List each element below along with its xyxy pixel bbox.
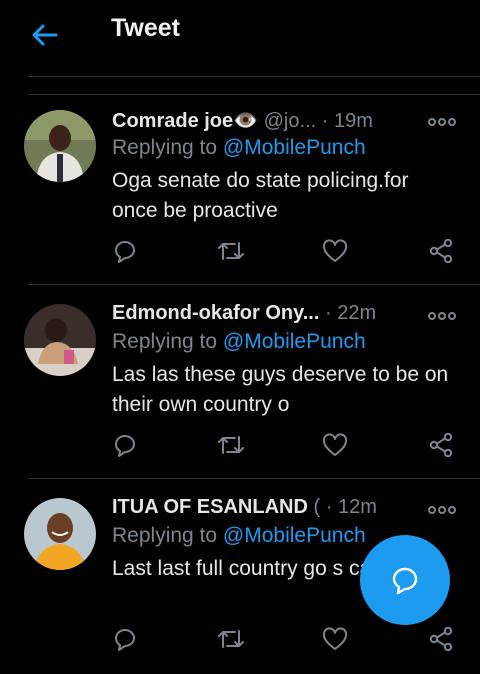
retweet-button[interactable] [216, 236, 246, 266]
timestamp[interactable]: 22m [337, 302, 376, 324]
reply-icon [115, 241, 135, 263]
reply-button[interactable] [110, 236, 140, 266]
replying-prefix: Replying to [112, 524, 218, 547]
display-name[interactable]: Comrade joe👁️ [112, 110, 258, 132]
display-name[interactable]: Edmond-okafor Ony... [112, 302, 319, 324]
reply-tweet[interactable]: Comrade joe👁️ @jo... · 19m Replying to @… [0, 96, 480, 286]
reply-icon [115, 435, 135, 457]
replying-to: Replying to @MobilePunch [112, 524, 366, 548]
tweet-text: Las las these guys deserve to be on thei… [112, 363, 449, 416]
separator: · [325, 496, 333, 518]
heart-icon [322, 433, 348, 456]
compose-reply-button[interactable] [360, 535, 450, 625]
avatar-image [24, 110, 96, 182]
compose-reply-icon [392, 567, 418, 595]
retweet-button[interactable] [216, 430, 246, 460]
user-handle[interactable]: ( [313, 496, 320, 518]
reply-icon [115, 629, 135, 651]
share-button[interactable] [426, 236, 456, 266]
divider [28, 94, 480, 95]
page-title: Tweet [111, 14, 180, 42]
avatar[interactable] [24, 304, 96, 376]
more-icon [428, 312, 456, 320]
like-button[interactable] [320, 624, 350, 654]
more-options-button[interactable] [428, 114, 456, 132]
top-bar: Tweet [0, 0, 480, 70]
mention-link[interactable]: @MobilePunch [223, 136, 366, 159]
separator: · [324, 302, 332, 324]
share-button[interactable] [426, 624, 456, 654]
tweet-actions [0, 430, 480, 460]
like-button[interactable] [320, 430, 350, 460]
share-button[interactable] [426, 430, 456, 460]
share-icon [429, 626, 453, 652]
avatar-image [24, 498, 96, 570]
avatar-image [24, 304, 96, 376]
replying-to: Replying to @MobilePunch [112, 330, 366, 354]
tweet-header: Comrade joe👁️ @jo... · 19m [112, 108, 420, 133]
timestamp[interactable]: 12m [338, 496, 377, 518]
mention-link[interactable]: @MobilePunch [223, 524, 366, 547]
tweet-actions [0, 624, 480, 654]
tweet-text: Oga senate do state policing.for once be… [112, 169, 409, 222]
user-handle[interactable]: @jo... [264, 110, 317, 132]
tweet-header: ITUA OF ESANLAND ( · 12m [112, 496, 420, 519]
mention-link[interactable]: @MobilePunch [223, 330, 366, 353]
display-name[interactable]: ITUA OF ESANLAND [112, 496, 308, 518]
divider [28, 478, 480, 479]
separator: · [321, 110, 329, 132]
tweet-actions [0, 236, 480, 266]
more-options-button[interactable] [428, 308, 456, 326]
like-button[interactable] [320, 236, 350, 266]
reply-button[interactable] [110, 430, 140, 460]
tweet-header: Edmond-okafor Ony... · 22m [112, 302, 420, 325]
heart-icon [322, 627, 348, 650]
divider [28, 284, 480, 285]
replying-to: Replying to @MobilePunch [112, 136, 366, 160]
arrow-left-icon [32, 24, 58, 46]
heart-icon [322, 239, 348, 262]
reply-button[interactable] [110, 624, 140, 654]
more-icon [428, 118, 456, 126]
share-icon [429, 238, 453, 264]
back-button[interactable] [30, 20, 60, 50]
share-icon [429, 432, 453, 458]
timestamp[interactable]: 19m [334, 110, 373, 132]
retweet-button[interactable] [216, 624, 246, 654]
divider [28, 76, 480, 77]
more-icon [428, 506, 456, 514]
replying-prefix: Replying to [112, 330, 218, 353]
retweet-icon [218, 242, 244, 260]
avatar[interactable] [24, 498, 96, 570]
retweet-icon [218, 630, 244, 648]
more-options-button[interactable] [428, 502, 456, 520]
retweet-icon [218, 436, 244, 454]
replying-prefix: Replying to [112, 136, 218, 159]
reply-tweet[interactable]: Edmond-okafor Ony... · 22m Replying to @… [0, 290, 480, 480]
avatar[interactable] [24, 110, 96, 182]
